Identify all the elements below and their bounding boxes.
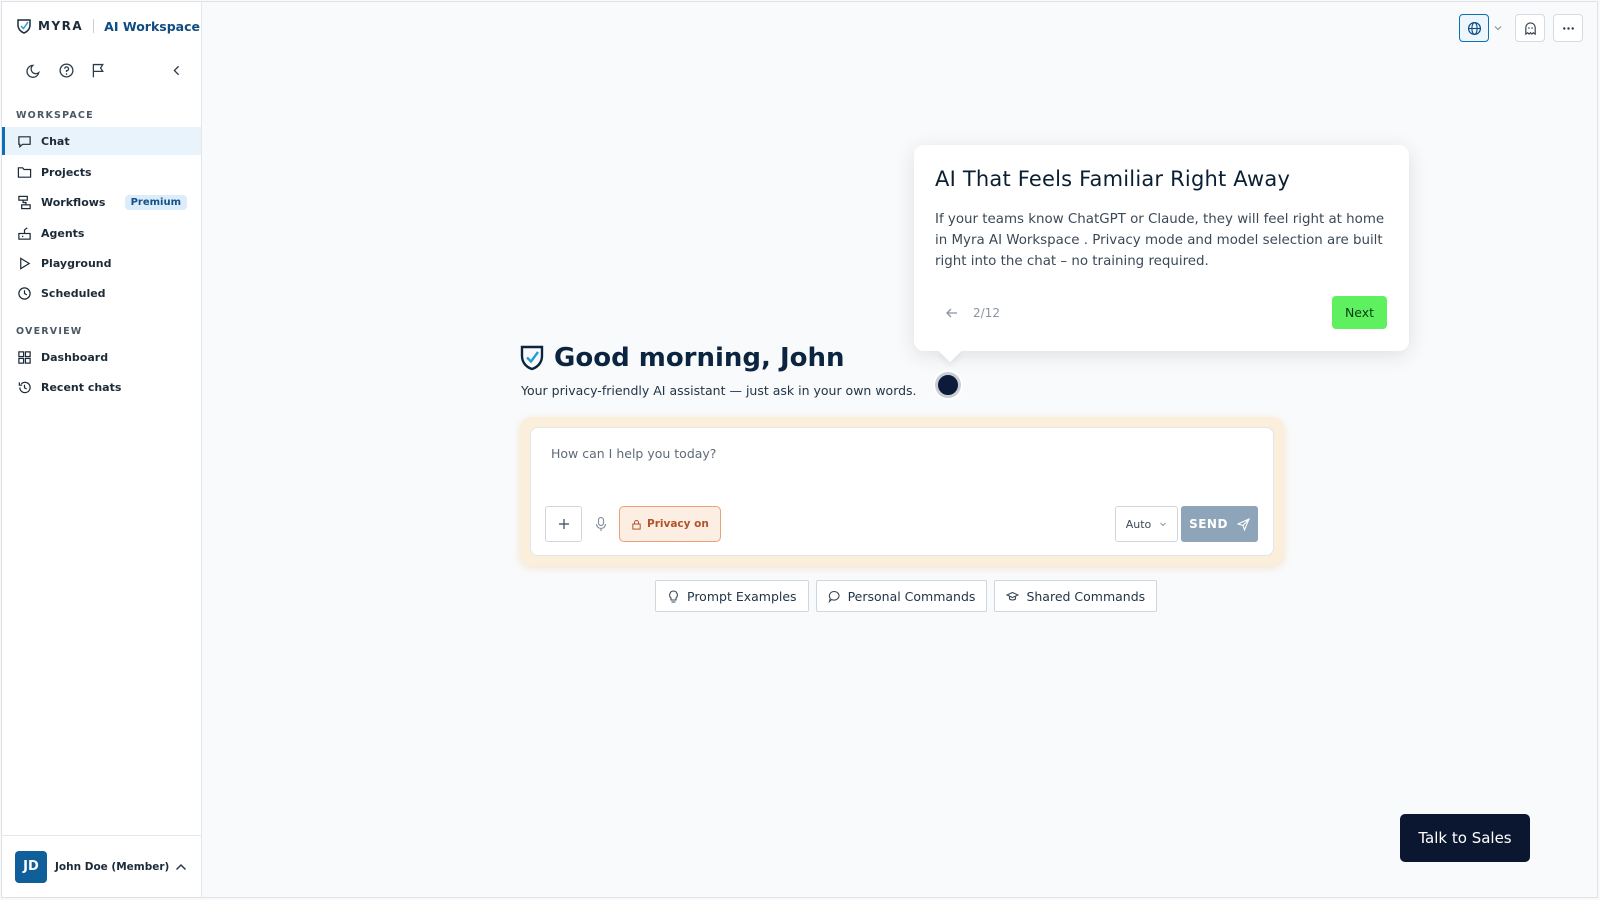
workflow-icon: [18, 195, 31, 209]
tour-footer: 2/12 Next: [935, 296, 1387, 329]
globe-icon: [1467, 21, 1481, 35]
avatar: JD: [15, 850, 47, 883]
sidebar-item-chat[interactable]: Chat: [2, 127, 201, 155]
send-button[interactable]: SEND: [1181, 506, 1258, 542]
shield-logo-icon: [520, 345, 544, 371]
brand[interactable]: MYRA AI Workspace: [16, 16, 200, 36]
chip-label: Prompt Examples: [687, 588, 797, 604]
page-title: Good morning, John: [554, 343, 845, 373]
app-window: MYRA AI Workspace WORKSPACE Chat Project…: [1, 1, 1598, 898]
section-label-overview: OVERVIEW: [16, 326, 83, 337]
more-options-button[interactable]: [1553, 14, 1583, 42]
send-icon: [1236, 517, 1250, 531]
speech-bubble-icon: [828, 590, 840, 603]
page-subtitle: Your privacy-friendly AI assistant — jus…: [521, 383, 917, 398]
ghost-icon: [1524, 21, 1536, 35]
arrow-left-icon[interactable]: [943, 304, 961, 322]
user-menu[interactable]: JD John Doe (Member): [2, 835, 201, 897]
moon-icon: [25, 64, 40, 78]
tour-beacon[interactable]: [935, 372, 961, 398]
sidebar-item-label: Recent chats: [41, 380, 122, 394]
sidebar-item-label: Dashboard: [41, 350, 109, 364]
sidebar-item-workflows[interactable]: Workflows Premium: [2, 188, 201, 216]
user-name: John Doe (Member): [55, 860, 170, 873]
history-icon: [18, 381, 31, 393]
chat-icon: [18, 135, 31, 148]
lightbulb-icon: [669, 589, 678, 603]
sidebar-item-scheduled[interactable]: Scheduled: [2, 279, 201, 307]
greeting: Good morning, John: [520, 343, 845, 373]
send-label: SEND: [1189, 517, 1228, 531]
flag-icon: [92, 63, 104, 77]
privacy-toggle[interactable]: Privacy on: [619, 506, 721, 542]
collapse-sidebar-button[interactable]: [166, 60, 186, 80]
sidebar-item-label: Projects: [41, 165, 92, 179]
dark-mode-button[interactable]: [24, 60, 44, 80]
sidebar-item-projects[interactable]: Projects: [2, 158, 201, 186]
folder-icon: [17, 166, 32, 178]
sidebar-item-recent-chats[interactable]: Recent chats: [2, 373, 201, 401]
help-icon: [58, 62, 74, 78]
feedback-button[interactable]: [88, 60, 108, 80]
microphone-icon[interactable]: [594, 516, 608, 532]
play-icon: [20, 256, 31, 270]
sidebar: MYRA AI Workspace WORKSPACE Chat Project…: [2, 2, 202, 897]
lock-icon: [632, 519, 641, 530]
prompt-examples-button[interactable]: Prompt Examples: [655, 580, 809, 612]
sidebar-item-label: Agents: [41, 226, 85, 240]
tour-step-counter: 2/12: [973, 305, 1000, 320]
talk-to-sales-button[interactable]: Talk to Sales: [1400, 814, 1530, 862]
grid-icon: [18, 350, 31, 364]
sidebar-item-label: Chat: [41, 134, 70, 148]
sidebar-item-label: Workflows: [41, 195, 106, 209]
brand-product: AI Workspace: [104, 18, 200, 34]
chevron-left-icon: [172, 65, 179, 75]
privacy-label: Privacy on: [647, 518, 709, 530]
chip-label: Shared Commands: [1026, 588, 1146, 604]
chevron-down-icon: [1160, 522, 1167, 527]
tour-next-button[interactable]: Next: [1332, 296, 1387, 329]
chat-input[interactable]: [551, 446, 1251, 461]
composer-container: Privacy on Auto SEND: [520, 417, 1284, 566]
chevron-up-icon[interactable]: [173, 859, 189, 875]
agent-icon: [18, 226, 31, 240]
sidebar-item-playground[interactable]: Playground: [2, 249, 201, 277]
chevron-down-icon[interactable]: [1493, 23, 1503, 33]
model-select-value: Auto: [1125, 517, 1152, 531]
tour-title: AI That Feels Familiar Right Away: [935, 167, 1291, 191]
chip-label: Personal Commands: [847, 588, 976, 604]
language-button[interactable]: [1459, 14, 1489, 42]
incognito-button[interactable]: [1515, 14, 1545, 42]
shield-logo-icon: [17, 19, 31, 34]
top-toolbar: [1459, 14, 1583, 42]
graduation-cap-icon: [1006, 591, 1020, 601]
sidebar-item-label: Scheduled: [41, 286, 106, 300]
sidebar-tools: [24, 60, 186, 80]
tour-body: If your teams know ChatGPT or Claude, th…: [935, 212, 1385, 269]
section-label-workspace: WORKSPACE: [16, 110, 94, 121]
model-select[interactable]: Auto: [1115, 506, 1178, 542]
personal-commands-button[interactable]: Personal Commands: [815, 580, 988, 612]
help-button[interactable]: [56, 60, 76, 80]
shared-commands-button[interactable]: Shared Commands: [994, 580, 1158, 612]
brand-divider: [93, 19, 95, 33]
premium-badge: Premium: [124, 194, 187, 210]
more-horizontal-icon: [1562, 26, 1574, 30]
sidebar-item-dashboard[interactable]: Dashboard: [2, 343, 201, 371]
sidebar-item-label: Playground: [41, 256, 112, 270]
command-chips: Prompt Examples Personal Commands Shared…: [655, 580, 1158, 612]
tour-tooltip: AI That Feels Familiar Right Away If you…: [914, 145, 1409, 351]
brand-name: MYRA: [38, 19, 84, 33]
composer: Privacy on Auto SEND: [530, 427, 1274, 556]
clock-icon: [18, 286, 31, 300]
plus-icon: [558, 519, 569, 529]
add-attachment-button[interactable]: [545, 506, 582, 542]
sidebar-item-agents[interactable]: Agents: [2, 219, 201, 247]
